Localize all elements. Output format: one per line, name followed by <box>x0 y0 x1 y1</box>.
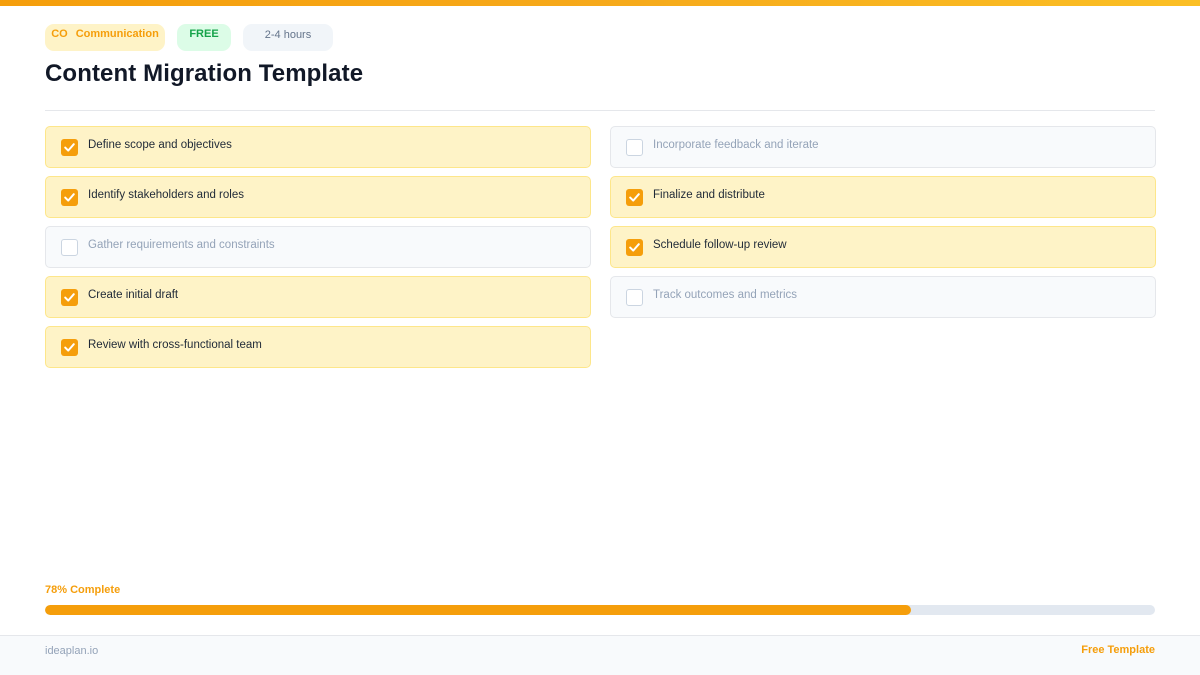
checkbox-checked[interactable] <box>626 239 643 256</box>
checklist-item-label: Review with cross-functional team <box>88 339 262 351</box>
duration-badge: 2-4 hours <box>243 24 333 51</box>
progress-bar <box>45 605 1155 615</box>
checklist-item-label: Schedule follow-up review <box>653 239 787 251</box>
footer-brand: ideaplan.io <box>45 645 99 657</box>
checklist-item[interactable]: Identify stakeholders and roles <box>45 176 591 218</box>
checklist-item[interactable]: Define scope and objectives <box>45 126 591 168</box>
checkbox-checked[interactable] <box>61 189 78 206</box>
checklist-item-label: Define scope and objectives <box>88 139 232 151</box>
category-label: Communication <box>75 28 159 40</box>
checkmark-icon <box>64 193 75 202</box>
checklist-column-left: Define scope and objectives Identify stak… <box>45 126 591 376</box>
checklist-item[interactable]: Schedule follow-up review <box>610 226 1156 268</box>
checkbox-unchecked[interactable] <box>626 139 643 156</box>
checkbox-checked[interactable] <box>626 189 643 206</box>
category-code: CO <box>51 28 68 40</box>
checklist-item[interactable]: Finalize and distribute <box>610 176 1156 218</box>
checklist-item-label: Gather requirements and constraints <box>88 239 275 251</box>
checkbox-unchecked[interactable] <box>626 289 643 306</box>
page-title: Content Migration Template <box>45 60 364 87</box>
checklist-item-label: Incorporate feedback and iterate <box>653 139 819 151</box>
top-accent-bar <box>0 0 1200 6</box>
checklist-item[interactable]: Incorporate feedback and iterate <box>610 126 1156 168</box>
checkbox-checked[interactable] <box>61 339 78 356</box>
category-badge: CO Communication <box>45 24 165 51</box>
badge-row: CO Communication FREE 2-4 hours <box>45 24 333 51</box>
template-page: CO Communication FREE 2-4 hours Content … <box>0 0 1200 675</box>
checkbox-checked[interactable] <box>61 289 78 306</box>
checkmark-icon <box>64 293 75 302</box>
checklist-item[interactable]: Track outcomes and metrics <box>610 276 1156 318</box>
checklist-item-label: Track outcomes and metrics <box>653 289 798 301</box>
checklist-item[interactable]: Gather requirements and constraints <box>45 226 591 268</box>
checkmark-icon <box>629 193 640 202</box>
progress-label: 78% Complete <box>45 584 121 596</box>
checklist-item[interactable]: Create initial draft <box>45 276 591 318</box>
checklist-item-label: Identify stakeholders and roles <box>88 189 244 201</box>
checkmark-icon <box>64 343 75 352</box>
progress-fill <box>45 605 911 615</box>
checklist-item-label: Create initial draft <box>88 289 179 301</box>
footer: ideaplan.io Free Template <box>0 635 1200 675</box>
checkmark-icon <box>629 243 640 252</box>
footer-tag: Free Template <box>1081 644 1155 656</box>
checkbox-checked[interactable] <box>61 139 78 156</box>
checkmark-icon <box>64 143 75 152</box>
checkbox-unchecked[interactable] <box>61 239 78 256</box>
checklist-item-label: Finalize and distribute <box>653 189 765 201</box>
price-badge: FREE <box>177 24 231 51</box>
checklist-column-right: Incorporate feedback and iterate Finalize… <box>610 126 1156 326</box>
checklist-item[interactable]: Review with cross-functional team <box>45 326 591 368</box>
title-divider <box>45 110 1155 111</box>
